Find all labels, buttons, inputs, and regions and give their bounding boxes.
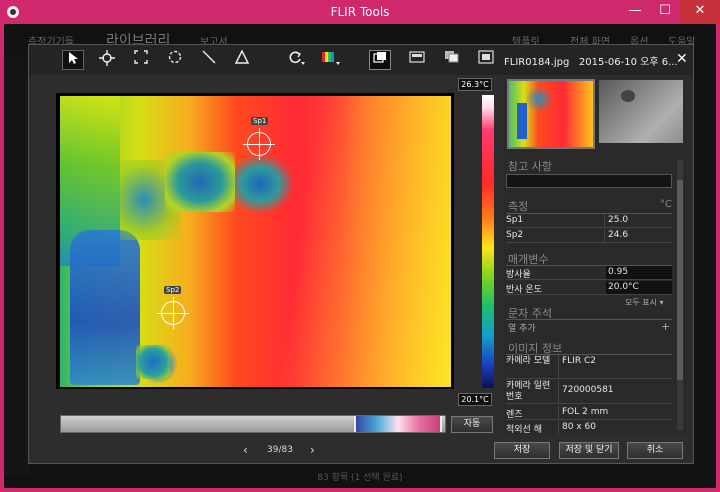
select-arrow-icon[interactable]	[62, 50, 84, 70]
column-separator	[558, 421, 559, 435]
minimize-button[interactable]: —	[620, 0, 650, 24]
window-close-button[interactable]: ✕	[680, 0, 720, 24]
pot-region	[165, 152, 235, 212]
thumb-cool-region	[517, 103, 527, 139]
image-pager: 39/83	[267, 445, 293, 455]
view-pip-icon[interactable]	[475, 50, 497, 70]
column-separator	[604, 214, 605, 228]
measurements-title: 측정	[508, 200, 529, 213]
file-name: FLIR0184.jpg	[504, 57, 570, 68]
panel-scroll-thumb[interactable]	[677, 180, 683, 380]
window-titlebar: FLIR Tools — ☐ ✕	[0, 0, 720, 24]
info-value: FLIR C2	[562, 356, 596, 366]
view-ir-icon[interactable]	[369, 50, 391, 70]
parameter-name: 반사 온도	[506, 285, 542, 295]
auto-button[interactable]: 자동	[451, 416, 493, 433]
show-all-link[interactable]: 모두 표시 ▾	[625, 297, 664, 308]
file-info: FLIR0184.jpg 2015-06-10 오후 6...	[504, 53, 678, 68]
dialog-close-button[interactable]: ✕	[676, 51, 688, 67]
view-overlay-icon[interactable]	[441, 50, 463, 70]
measurement-name: Sp1	[506, 215, 524, 225]
info-value: 720000581	[562, 385, 614, 395]
info-name: 렌즈	[506, 410, 523, 420]
parameter-value: 0.95	[608, 267, 629, 277]
plant-region-cool	[70, 230, 140, 385]
parameter-row-emissivity[interactable]: 방사율 0.95	[506, 266, 672, 280]
thumb-pot	[621, 90, 635, 102]
measurement-name: Sp2	[506, 230, 524, 240]
small-pot-region	[136, 345, 170, 379]
view-photo-icon[interactable]	[406, 50, 428, 70]
measurement-row[interactable]: Sp1 25.0	[506, 214, 672, 228]
prev-image-button[interactable]: ‹	[243, 443, 248, 457]
notes-title: 참고 사항	[508, 160, 552, 173]
spot-label-sp2: Sp2	[164, 286, 182, 294]
scale-max-label[interactable]: 26.3°C	[458, 78, 492, 91]
panel-scrollbar[interactable]	[677, 160, 683, 430]
measurement-value: 25.0	[608, 215, 629, 225]
column-separator	[558, 355, 559, 379]
temperature-scale-bar	[482, 95, 494, 388]
save-close-button[interactable]: 저장 및 닫기	[559, 442, 619, 459]
measurements-unit: °C	[660, 199, 672, 210]
scale-min-label[interactable]: 20.1°C	[458, 393, 492, 406]
measurement-value: 24.6	[608, 230, 629, 240]
next-image-button[interactable]: ›	[310, 443, 315, 457]
info-row-ir-resolution: 적외선 해 80 x 60	[506, 421, 672, 435]
column-separator	[558, 380, 559, 404]
spot-label-sp1: Sp1	[251, 117, 269, 125]
maximize-button[interactable]: ☐	[650, 0, 680, 24]
level-span-handle[interactable]	[354, 416, 442, 432]
add-annotation-label[interactable]: 열 추가	[508, 321, 536, 334]
circle-tool-icon[interactable]	[164, 50, 186, 70]
column-separator	[558, 406, 559, 420]
add-annotation-icon[interactable]: +	[661, 320, 670, 333]
file-date: 2015-06-10 오후 6...	[578, 57, 678, 68]
delta-tool-icon[interactable]	[231, 49, 253, 70]
info-name: 적외선 해	[506, 425, 542, 435]
spot-marker-sp2[interactable]	[157, 297, 189, 329]
info-row-camera-model: 카메라 모델 FLIR C2	[506, 355, 672, 379]
cancel-button[interactable]: 취소	[627, 442, 683, 459]
line-tool-icon[interactable]	[198, 50, 220, 70]
info-value: 80 x 60	[562, 422, 596, 432]
parameter-name: 방사율	[506, 270, 531, 280]
spot-marker-sp1[interactable]	[243, 128, 275, 160]
save-button[interactable]: 저장	[494, 442, 550, 459]
info-value: FOL 2 mm	[562, 407, 609, 417]
palette-icon[interactable]	[320, 50, 342, 70]
window-title: FLIR Tools	[330, 5, 390, 19]
measurement-row[interactable]: Sp2 24.6	[506, 229, 672, 243]
column-separator	[604, 229, 605, 243]
thumbnail-photo[interactable]	[599, 80, 683, 143]
rotate-icon[interactable]	[285, 50, 307, 70]
info-name: 카메라 일련 번호	[506, 381, 551, 402]
thumbnail-thermal[interactable]	[507, 79, 595, 149]
info-row-lens: 렌즈 FOL 2 mm	[506, 406, 672, 420]
notes-input[interactable]	[506, 174, 672, 188]
info-row-serial: 카메라 일련 번호 720000581	[506, 380, 672, 404]
parameter-value: 20.0°C	[608, 282, 639, 292]
text-annotation-divider	[506, 319, 672, 320]
spot-tool-icon[interactable]	[96, 50, 118, 70]
parameter-row-reflected-temp[interactable]: 반사 온도 20.0°C	[506, 281, 672, 295]
box-tool-icon[interactable]	[130, 50, 152, 70]
info-name: 카메라 모델	[506, 356, 551, 366]
